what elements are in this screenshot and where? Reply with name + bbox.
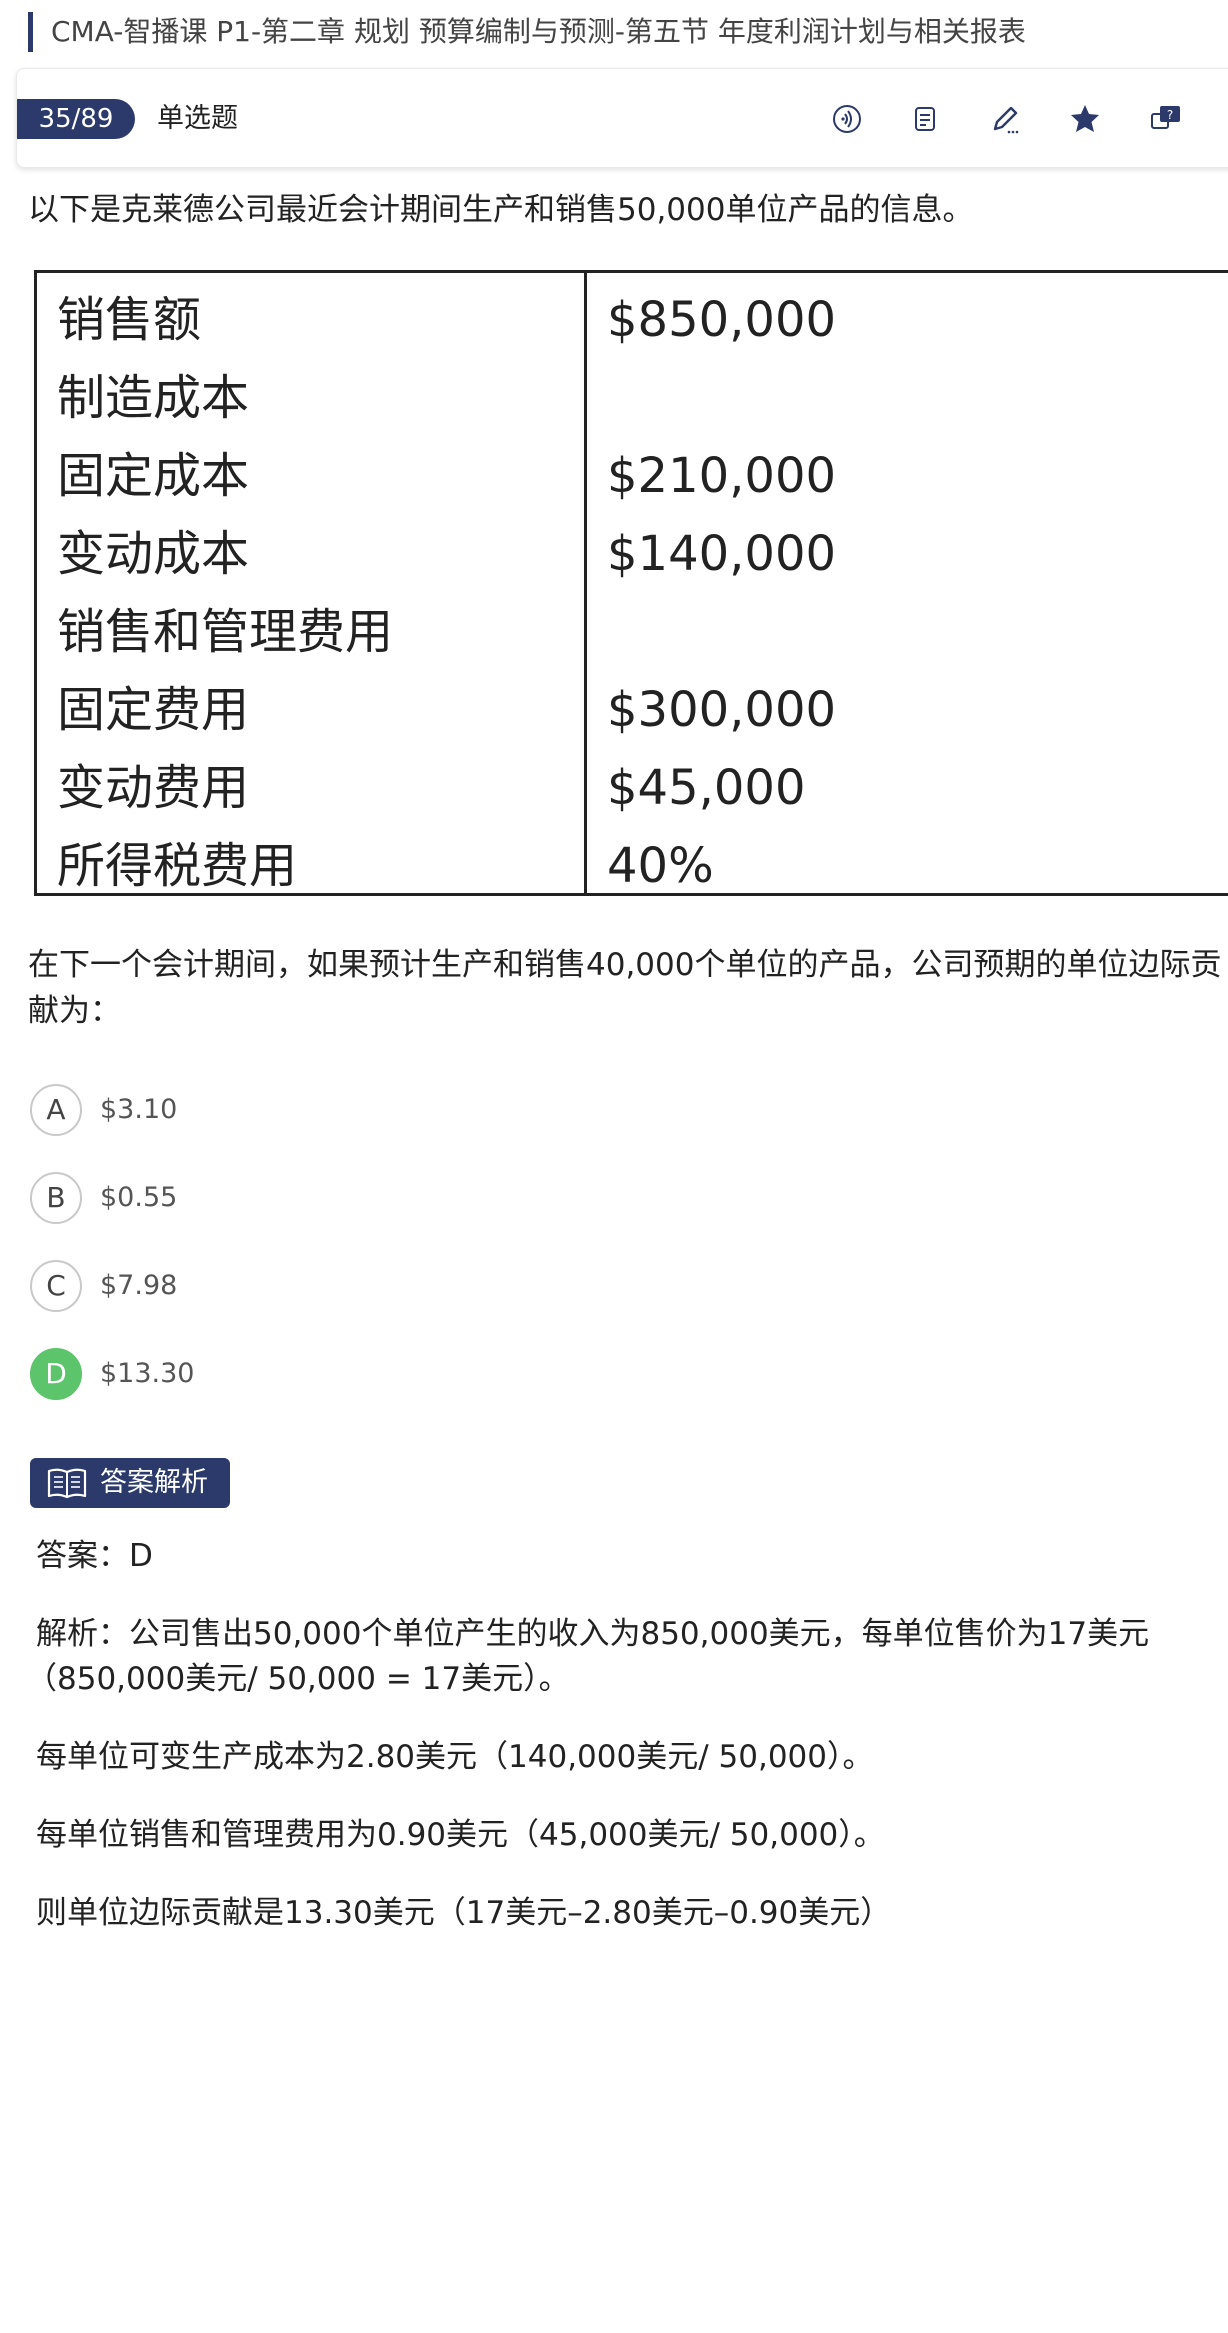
table-value: $300,000 [607,682,837,738]
table-value-column: $850,000 $210,000 $140,000 $300,000 $45,… [587,273,1228,894]
option-text: $0.55 [100,1182,178,1213]
question-intro: 以下是克莱德公司最近会计期间生产和销售50,000单位产品的信息。 [28,192,974,228]
svg-text:?: ? [1167,108,1173,122]
option-letter-selected: D [30,1348,82,1400]
table-label: 制造成本 [57,370,250,426]
table-value: $45,000 [607,760,806,816]
question-stem-line: 在下一个会计期间，如果预计生产和销售40,000个单位的产品，公司预期的单位边际… [28,947,1222,983]
table-label: 变动成本 [57,526,250,582]
table-label: 销售和管理费用 [57,604,394,660]
analysis-text: （850,000美元/ 50,000 = 17美元）。 [26,1661,570,1697]
option-text: $7.98 [100,1270,178,1301]
data-table: 销售额 制造成本 固定成本 变动成本 销售和管理费用 固定费用 变动费用 所得税… [34,270,1228,902]
question-toolbar: 35/89 单选题 ? [16,68,1228,168]
analysis-badge: 答案解析 [30,1458,230,1508]
course-title: CMA-智播课 P1-第二章 规划 预算编制与预测-第五节 年度利润计划与相关报… [28,12,1228,52]
question-stem: 在下一个会计期间，如果预计生产和销售40,000个单位的产品，公司预期的单位边际… [28,942,1228,1034]
option-d[interactable]: D $13.30 [30,1348,430,1400]
table-label-column: 销售额 制造成本 固定成本 变动成本 销售和管理费用 固定费用 变动费用 所得税… [37,273,587,894]
question-counter: 35/89 [17,99,135,139]
option-letter: A [30,1084,82,1136]
option-a[interactable]: A $3.10 [30,1084,430,1136]
table-value: 40% [607,838,714,894]
analysis-text: 每单位销售和管理费用为0.90美元（45,000美元/ 50,000）。 [36,1817,885,1853]
option-letter: B [30,1172,82,1224]
table-label: 销售额 [57,292,202,348]
option-text: $3.10 [100,1094,178,1125]
option-letter: C [30,1260,82,1312]
table-value: $210,000 [607,448,837,504]
analysis-text: 解析：公司售出50,000个单位产生的收入为850,000美元，每单位售价为17… [36,1616,1150,1652]
question-stem-line: 献为： [28,993,121,1029]
answer-line: 答案：D [36,1538,153,1574]
table-value [587,359,1228,437]
question-feedback-icon[interactable]: ? [1145,99,1185,139]
table-label: 固定费用 [57,682,250,738]
notes-icon[interactable] [905,99,945,139]
analysis-text: 则单位边际贡献是13.30美元（17美元–2.80美元–0.90美元） [36,1895,892,1931]
table-value: $850,000 [607,292,837,348]
table-value [587,593,1228,671]
question-type-label: 单选题 [157,103,238,134]
table-label: 所得税费用 [57,838,298,894]
table-label: 固定成本 [57,448,250,504]
option-text: $13.30 [100,1358,195,1389]
table-label: 变动费用 [57,760,250,816]
option-c[interactable]: C $7.98 [30,1260,430,1312]
edit-icon[interactable] [985,99,1025,139]
analysis-text: 每单位可变生产成本为2.80美元（140,000美元/ 50,000）。 [36,1739,874,1775]
analysis-badge-label: 答案解析 [100,1467,208,1498]
favorite-icon[interactable] [1065,99,1105,139]
audio-icon[interactable] [827,99,867,139]
option-b[interactable]: B $0.55 [30,1172,430,1224]
table-value: $140,000 [607,526,837,582]
book-icon [47,1468,87,1499]
